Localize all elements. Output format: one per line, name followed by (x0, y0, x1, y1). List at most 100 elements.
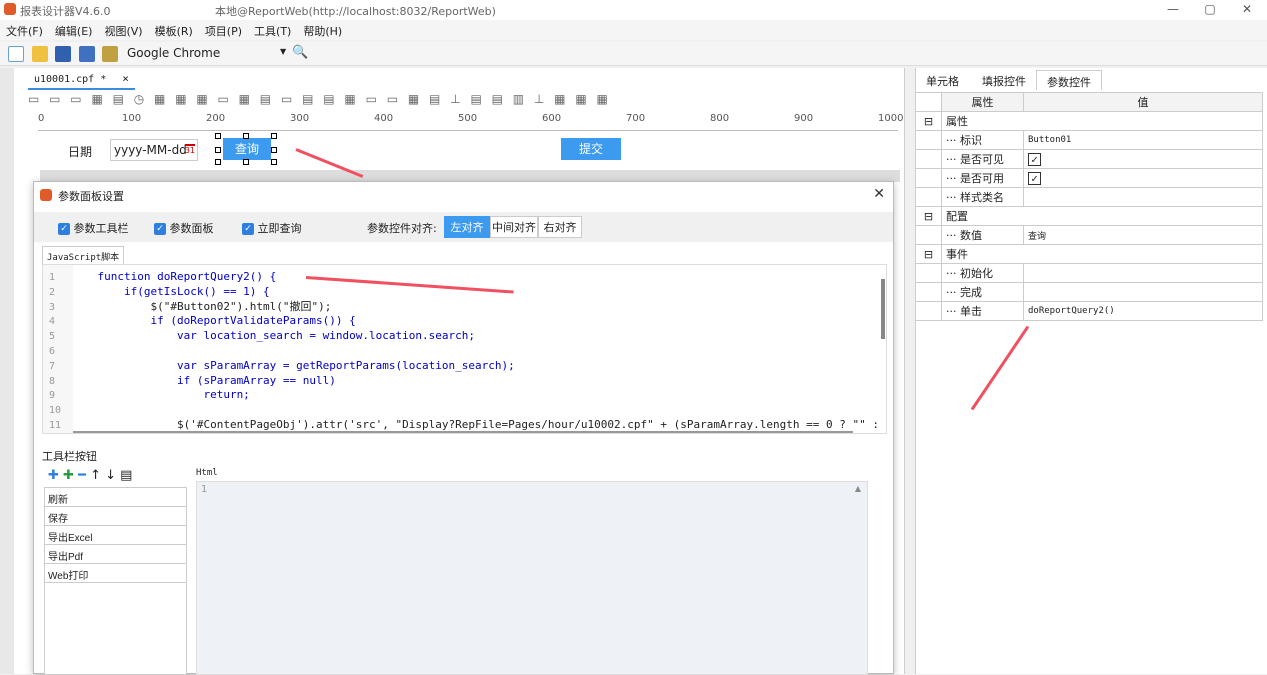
prop-row[interactable]: ··· 初始化 (915, 263, 1263, 283)
checkbox-icon[interactable]: ✓ (1028, 152, 1041, 166)
code-line: 6 (49, 346, 56, 357)
resize-handle[interactable] (215, 133, 221, 139)
tab-fill-controls[interactable]: 填报控件 (972, 70, 1036, 90)
align-center-button[interactable]: 中间对齐 (490, 216, 538, 238)
code-line: 4 if (doReportValidateParams()) { (49, 314, 356, 328)
resize-handle[interactable] (243, 159, 249, 165)
list-item[interactable]: Web打印 (45, 564, 186, 583)
prop-group-row[interactable]: ⊟ 配置 (915, 206, 1263, 226)
left-collapse-strip[interactable] (0, 68, 14, 674)
prop-row[interactable]: ··· 标识 Button01 (915, 130, 1263, 150)
align-label: 参数控件对齐: (367, 222, 437, 235)
menu-template[interactable]: 模板(R) (149, 20, 199, 42)
tab-param-controls[interactable]: 参数控件 (1036, 70, 1102, 90)
title-bar: 报表设计器V4.6.0 本地@ReportWeb(http://localhos… (0, 0, 1267, 20)
brush-icon[interactable] (102, 46, 118, 62)
list-item[interactable]: 保存 (45, 507, 186, 526)
property-table: 属性 值 ⊟ 属性 ··· 标识 Button01 ··· 是否可见 ✓ ··· 是否可用 ✓… (915, 92, 1263, 321)
tool-icons: ✚ ✚ ━ ↑ ↓ ▤ (48, 468, 132, 483)
code-line: 9 return; (49, 388, 250, 402)
tab-document[interactable]: u10001.cpf * × (28, 70, 135, 90)
prop-row[interactable]: ··· 样式类名 (915, 187, 1263, 207)
menu-edit[interactable]: 编辑(E) (49, 20, 99, 42)
component-toolbar[interactable]: ▭ ▭ ▭ ▦ ▤ ◷ ▦ ▦ ▦ ▭ ▦ ▤ ▭ ▤ ▤ ▦ ▭ ▭ ▦ ▤ … (28, 92, 898, 114)
preview-search-icon[interactable]: 🔍 (292, 45, 308, 60)
save-all-icon[interactable] (78, 46, 95, 62)
list-item[interactable]: 刷新 (45, 488, 186, 507)
calendar-icon[interactable]: 31 (184, 144, 195, 155)
menu-project[interactable]: 项目(P) (199, 20, 248, 42)
resize-handle[interactable] (271, 159, 277, 165)
chevron-down-icon: ▼ (280, 47, 287, 56)
options-row: ✓ 参数工具栏 ✓ 参数面板 ✓ 立即查询 参数控件对齐: 左对齐 中间对齐 右… (34, 212, 893, 242)
value-header: 值 (1023, 92, 1263, 112)
menu-file[interactable]: 文件(F) (0, 20, 49, 42)
close-window-icon[interactable]: ✕ (1237, 2, 1257, 16)
prop-header-row: 属性 值 (915, 92, 1263, 112)
menu-help[interactable]: 帮助(H) (297, 20, 348, 42)
code-line: 11 $('#ContentPageObj').attr('src', "Dis… (49, 418, 887, 431)
move-down-icon[interactable]: ↓ (105, 468, 116, 483)
prop-row[interactable]: ··· 完成 (915, 282, 1263, 302)
code-line: 5 var location_search = window.location.… (49, 329, 475, 343)
checkbox-icon[interactable]: ✓ (242, 223, 254, 235)
vertical-scrollbar[interactable] (881, 279, 885, 339)
list-item[interactable]: 导出Pdf (45, 545, 186, 564)
add-icon[interactable]: ✚ (48, 468, 59, 483)
list-icon[interactable]: ▤ (120, 468, 132, 483)
tab-html[interactable]: Html (196, 468, 218, 478)
code-line: 3 $("#Button02").html("撤回"); (49, 299, 332, 313)
resize-handle[interactable] (215, 159, 221, 165)
resize-handle[interactable] (271, 133, 277, 139)
menu-tools[interactable]: 工具(T) (248, 20, 297, 42)
save-icon[interactable] (55, 46, 71, 62)
menu-view[interactable]: 视图(V) (98, 20, 148, 42)
prop-group-row[interactable]: ⊟ 事件 (915, 244, 1263, 264)
align-right-button[interactable]: 右对齐 (538, 216, 582, 238)
resize-handle[interactable] (243, 133, 249, 139)
new-file-icon[interactable] (8, 46, 24, 62)
resize-handle[interactable] (271, 147, 277, 153)
resize-handle[interactable] (215, 147, 221, 153)
submit-button[interactable]: 提交 (561, 138, 621, 160)
prop-row[interactable]: ··· 是否可用 ✓ (915, 168, 1263, 188)
toolbar-option[interactable]: ✓ 参数工具栏 (58, 220, 129, 236)
ruler-tick: 500 (458, 113, 478, 124)
close-icon[interactable]: ✕ (873, 186, 885, 202)
app-title: 报表设计器V4.6.0 (20, 5, 111, 18)
ruler-tick: 900 (794, 113, 814, 124)
code-line: 1 function doReportQuery2() { (49, 270, 277, 283)
html-editor[interactable]: 1 ▲ (196, 481, 868, 675)
line-number: 1 (201, 484, 208, 495)
panel-option[interactable]: ✓ 参数面板 (154, 220, 214, 236)
scroll-up-icon[interactable]: ▲ (855, 484, 861, 493)
tab-javascript[interactable]: JavaScript脚本 (42, 246, 125, 264)
prop-row[interactable]: ··· 是否可见 ✓ (915, 149, 1263, 169)
checkbox-icon[interactable]: ✓ (58, 223, 70, 235)
list-item[interactable]: 导出Excel (45, 526, 186, 545)
close-tab-icon[interactable]: × (122, 72, 129, 85)
checkbox-icon[interactable]: ✓ (1028, 171, 1041, 185)
app-logo-icon (4, 3, 16, 15)
checkbox-icon[interactable]: ✓ (154, 223, 166, 235)
open-folder-icon[interactable] (31, 46, 48, 62)
align-left-button[interactable]: 左对齐 (444, 216, 490, 238)
code-line: 7 var sParamArray = getReportParams(loca… (49, 358, 515, 372)
param-panel-dialog: 参数面板设置 ✕ ✓ 参数工具栏 ✓ 参数面板 ✓ 立即查询 参数控件对齐: 左… (33, 181, 894, 675)
prop-row[interactable]: ··· 单击 doReportQuery2() (915, 301, 1263, 321)
ruler-tick: 700 (626, 113, 646, 124)
prop-header: 属性 (941, 92, 1024, 112)
restore-icon[interactable]: ▢ (1200, 2, 1220, 16)
browser-select[interactable]: Google Chrome ▼ (125, 45, 290, 63)
add-sub-icon[interactable]: ✚ (63, 468, 74, 483)
prop-group-row[interactable]: ⊟ 属性 (915, 111, 1263, 131)
remove-icon[interactable]: ━ (78, 468, 86, 483)
move-up-icon[interactable]: ↑ (90, 468, 101, 483)
minimize-icon[interactable]: — (1163, 2, 1183, 16)
query-button[interactable]: 查询 (223, 138, 271, 160)
dialog-title: 参数面板设置 (58, 190, 124, 203)
tab-cell[interactable]: 单元格 (916, 70, 969, 90)
prop-row[interactable]: ··· 数值 查询 (915, 225, 1263, 245)
date-input[interactable]: yyyy-MM-dd 31 (110, 139, 198, 161)
immediate-query-option[interactable]: ✓ 立即查询 (242, 220, 302, 236)
